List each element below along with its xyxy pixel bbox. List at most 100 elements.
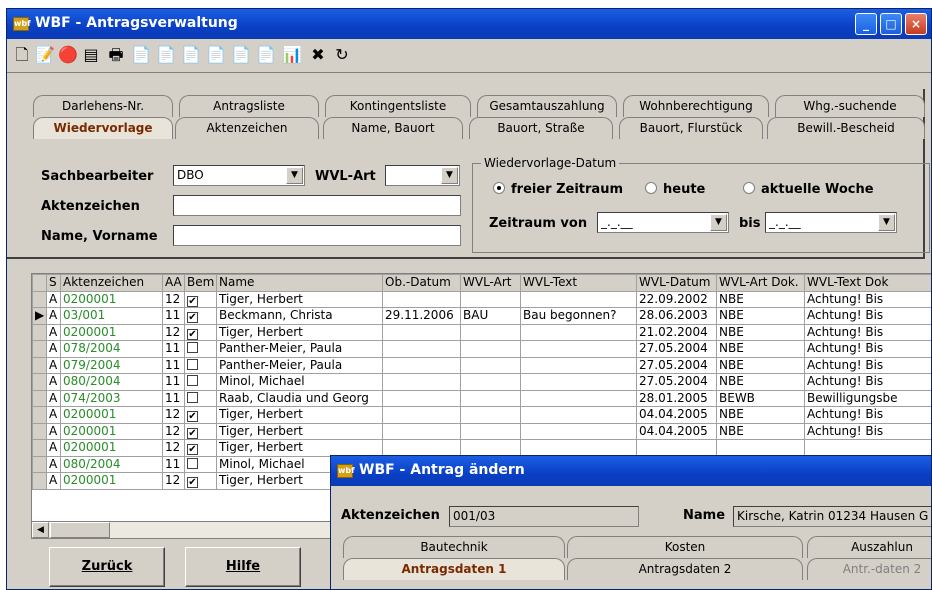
scroll-thumb[interactable]	[50, 522, 110, 538]
cell-ob[interactable]	[382, 373, 461, 391]
report4-icon[interactable]: 📄	[205, 42, 227, 68]
cell-name[interactable]: Tiger, Herbert	[216, 422, 383, 440]
cell-wvltext[interactable]	[520, 340, 637, 358]
cell-textdok[interactable]: Achtung! Bis	[804, 340, 931, 358]
cell-aa[interactable]: 11	[162, 455, 185, 473]
tab-row1-4[interactable]: Wohnberechtigung	[623, 95, 769, 117]
checkbox[interactable]	[187, 457, 198, 469]
cell-aa[interactable]: 11	[162, 307, 185, 325]
cell-textdok[interactable]: Achtung! Bis	[804, 422, 931, 440]
new-document-icon[interactable]: 🗋	[11, 42, 33, 68]
cell-ob[interactable]	[382, 439, 461, 457]
cell-s[interactable]: A	[46, 455, 61, 473]
aktenzeichen-input[interactable]	[173, 195, 461, 216]
column-header[interactable]: Aktenzeichen	[60, 274, 163, 292]
cell-wvltext[interactable]	[520, 389, 637, 407]
cell-aa[interactable]: 12	[162, 422, 185, 440]
table-row[interactable]: A 074/2003 11 Raab, Claudia und Georg 28.01.…	[32, 389, 931, 407]
maximize-button[interactable]: □	[880, 13, 902, 35]
cell-wvldatum[interactable]: 04.04.2005	[636, 422, 717, 440]
cell-name[interactable]: Minol, Michael	[216, 373, 383, 391]
cell-name[interactable]: Panther-Meier, Paula	[216, 340, 383, 358]
dialog-aktenzeichen-field[interactable]: 001/03	[449, 506, 639, 527]
table-row[interactable]: A 078/2004 11 Panther-Meier, Paula 27.05.200…	[32, 340, 931, 358]
cell-aa[interactable]: 11	[162, 373, 185, 391]
cell-s[interactable]: A	[46, 340, 61, 358]
cell-wvlart[interactable]	[460, 356, 521, 374]
bem-checkbox-cell[interactable]	[184, 455, 217, 473]
title-bar[interactable]: wbf WBF - Antragsverwaltung _ □ ×	[7, 9, 931, 39]
checkbox[interactable]	[187, 342, 198, 354]
cell-ob[interactable]	[382, 406, 461, 424]
tab-row2-5[interactable]: Bewill.-Bescheid	[767, 117, 925, 139]
checkbox[interactable]: ✔	[187, 444, 198, 456]
table-row[interactable]: A 080/2004 11 Minol, Michael 27.05.2004 NBE Ac…	[32, 373, 931, 391]
bem-checkbox-cell[interactable]: ✔	[184, 323, 217, 341]
cell-az[interactable]: 0200001	[60, 472, 163, 490]
cell-artdok[interactable]: NBE	[716, 307, 805, 325]
sachbearbeiter-select[interactable]: DBO ▼	[173, 165, 305, 186]
checkbox[interactable]	[187, 375, 198, 387]
horizontal-scrollbar[interactable]: ◀	[31, 521, 334, 539]
tab-row1-0[interactable]: Darlehens-Nr.	[33, 95, 173, 117]
cell-artdok[interactable]: NBE	[716, 422, 805, 440]
cell-s[interactable]: A	[46, 373, 61, 391]
checkbox[interactable]: ✔	[187, 295, 198, 307]
cell-ob[interactable]	[382, 323, 461, 341]
cell-wvltext[interactable]	[520, 323, 637, 341]
edit-document-icon[interactable]: 📝	[34, 42, 56, 68]
name-input[interactable]	[173, 225, 461, 246]
dialog-tab-row1-0[interactable]: Bautechnik	[343, 536, 565, 558]
report6-icon[interactable]: 📄	[255, 42, 277, 68]
table-row[interactable]: A 0200001 12 ✔ Tiger, Herbert 22.09.2002 NBE Ac…	[32, 290, 931, 308]
checkbox[interactable]: ✔	[187, 328, 198, 340]
cell-s[interactable]: A	[46, 323, 61, 341]
cell-wvlart[interactable]	[460, 290, 521, 308]
checkbox[interactable]: ✔	[187, 312, 198, 324]
report5-icon[interactable]: 📄	[230, 42, 252, 68]
cell-wvlart[interactable]	[460, 406, 521, 424]
row-indicator[interactable]	[32, 422, 47, 440]
cell-az[interactable]: 0200001	[60, 422, 163, 440]
cell-textdok[interactable]: Achtung! Bis	[804, 373, 931, 391]
column-header[interactable]: Ob.-Datum	[382, 274, 461, 292]
column-header[interactable]: Bem	[184, 274, 217, 292]
cell-s[interactable]: A	[46, 290, 61, 308]
cell-artdok[interactable]	[716, 439, 805, 457]
cell-az[interactable]: 0200001	[60, 406, 163, 424]
radio-heute[interactable]: heute	[645, 182, 705, 197]
bem-checkbox-cell[interactable]	[184, 373, 217, 391]
cell-artdok[interactable]: NBE	[716, 373, 805, 391]
print-icon[interactable]: 🖶	[105, 42, 127, 68]
row-indicator[interactable]	[32, 455, 47, 473]
exit-icon[interactable]: ✖	[307, 42, 329, 68]
cell-artdok[interactable]: NBE	[716, 323, 805, 341]
cell-s[interactable]: A	[46, 389, 61, 407]
cell-az[interactable]: 078/2004	[60, 340, 163, 358]
checkbox[interactable]: ✔	[187, 411, 198, 423]
bis-select[interactable]: _._.__ ▼	[765, 212, 897, 233]
cell-s[interactable]: A	[46, 422, 61, 440]
cell-az[interactable]: 079/2004	[60, 356, 163, 374]
cell-wvldatum[interactable]: 27.05.2004	[636, 373, 717, 391]
bem-checkbox-cell[interactable]: ✔	[184, 290, 217, 308]
cell-ob[interactable]: 29.11.2006	[382, 307, 461, 325]
cell-artdok[interactable]: NBE	[716, 290, 805, 308]
row-indicator[interactable]	[32, 356, 47, 374]
tab-row2-2[interactable]: Name, Bauort	[323, 117, 463, 139]
dialog-tab-row1-1[interactable]: Kosten	[567, 536, 803, 558]
back-button[interactable]: Zurück	[49, 547, 165, 587]
cell-wvldatum[interactable]: 28.01.2005	[636, 389, 717, 407]
form-icon[interactable]: ▤	[80, 42, 102, 68]
cell-artdok[interactable]: NBE	[716, 356, 805, 374]
cell-wvltext[interactable]	[520, 356, 637, 374]
cell-ob[interactable]	[382, 389, 461, 407]
tab-row1-2[interactable]: Kontingentsliste	[325, 95, 471, 117]
cell-wvltext[interactable]	[520, 406, 637, 424]
zeitraum-von-select[interactable]: _._.__ ▼	[597, 212, 729, 233]
cell-textdok[interactable]: Bewilligungsbe	[804, 389, 931, 407]
bem-checkbox-cell[interactable]	[184, 389, 217, 407]
cell-wvlart[interactable]	[460, 323, 521, 341]
row-indicator[interactable]	[32, 472, 47, 490]
bem-checkbox-cell[interactable]: ✔	[184, 439, 217, 457]
